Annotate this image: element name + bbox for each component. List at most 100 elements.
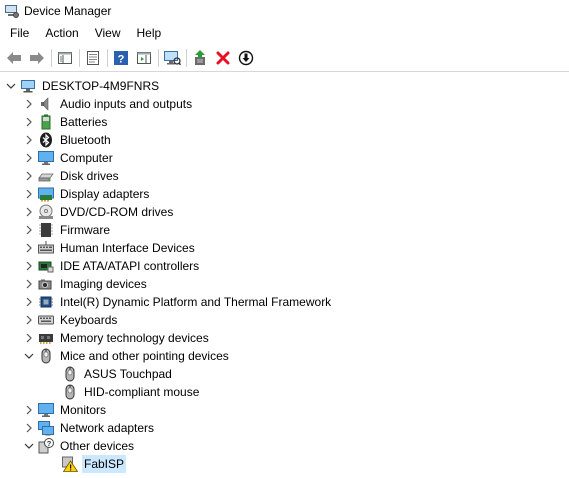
warning-device-icon (62, 456, 78, 472)
action-pane-button[interactable] (134, 48, 154, 68)
tree-item-label: IDE ATA/ATAPI controllers (60, 259, 200, 273)
computer-root-icon (20, 78, 36, 94)
chevron-right-icon[interactable] (24, 239, 34, 257)
tree-category[interactable]: Imaging devices (24, 275, 149, 293)
forward-button[interactable] (27, 48, 47, 68)
window-title: Device Manager (24, 4, 112, 18)
chevron-right-icon[interactable] (24, 221, 34, 239)
chevron-right-icon[interactable] (24, 275, 34, 293)
disk-drive-icon (38, 168, 54, 184)
chevron-right-icon[interactable] (24, 311, 34, 329)
menu-file[interactable]: File (0, 22, 37, 44)
disable-device-button[interactable] (236, 48, 256, 68)
tree-item-label: Intel(R) Dynamic Platform and Thermal Fr… (60, 295, 332, 309)
tree-category[interactable]: Monitors (24, 401, 108, 419)
tree-device[interactable]: ASUS Touchpad (62, 365, 174, 383)
chevron-right-icon[interactable] (24, 113, 34, 131)
chevron-right-icon[interactable] (24, 131, 34, 149)
menu-help[interactable]: Help (129, 22, 170, 44)
tree-item-label: Human Interface Devices (60, 241, 195, 255)
uninstall-icon (216, 51, 230, 64)
toolbar: ? (0, 44, 569, 72)
bluetooth-icon (38, 132, 54, 148)
tree-item-label: ASUS Touchpad (84, 367, 172, 381)
chevron-right-icon[interactable] (24, 401, 34, 419)
scan-hardware-button[interactable] (162, 48, 182, 68)
tree-category[interactable]: DVD/CD-ROM drives (24, 203, 175, 221)
help-icon: ? (114, 50, 128, 65)
battery-icon (38, 114, 54, 130)
device-manager-icon (5, 4, 19, 18)
monitor-icon (38, 150, 54, 166)
menu-view[interactable]: View (87, 22, 129, 44)
tree-category[interactable]: Keyboards (24, 311, 119, 329)
update-driver-button[interactable] (190, 48, 210, 68)
title-bar: Device Manager (0, 0, 569, 22)
chevron-right-icon[interactable] (24, 95, 34, 113)
tree-category[interactable]: Mice and other pointing devices (24, 347, 231, 365)
network-icon (38, 420, 54, 436)
mouse-icon (38, 348, 54, 364)
tree-category[interactable]: ? Other devices (24, 437, 136, 455)
toolbar-separator (107, 48, 108, 67)
mouse-icon (62, 366, 78, 382)
tree-category[interactable]: Memory technology devices (24, 329, 211, 347)
menu-bar: File Action View Help (0, 22, 569, 44)
chevron-right-icon[interactable] (24, 185, 34, 203)
tree-item-label: Imaging devices (60, 277, 147, 291)
action-pane-icon (137, 51, 151, 64)
tree-category[interactable]: Display adapters (24, 185, 151, 203)
tree-category[interactable]: DESKTOP-4M9FNRS (6, 77, 161, 95)
svg-text:?: ? (118, 53, 125, 65)
tree-device[interactable]: HID-compliant mouse (62, 383, 201, 401)
speaker-icon (38, 96, 54, 112)
chevron-right-icon[interactable] (24, 257, 34, 275)
tree-category[interactable]: Human Interface Devices (24, 239, 197, 257)
ide-controller-icon (38, 258, 54, 274)
tree-category[interactable]: Computer (24, 149, 115, 167)
tree-item-label: Batteries (60, 115, 108, 129)
toolbar-separator (186, 48, 187, 67)
tree-category[interactable]: IDE ATA/ATAPI controllers (24, 257, 201, 275)
dvd-icon (38, 204, 54, 220)
tree-item-label: Other devices (60, 439, 135, 453)
back-button[interactable] (4, 48, 24, 68)
tree-category[interactable]: Batteries (24, 113, 109, 131)
chevron-right-icon[interactable] (24, 329, 34, 347)
display-adapter-icon (38, 186, 54, 202)
tree-category[interactable]: Audio inputs and outputs (24, 95, 194, 113)
tree-item-label: Mice and other pointing devices (60, 349, 229, 363)
chevron-right-icon[interactable] (24, 167, 34, 185)
chevron-down-icon[interactable] (6, 77, 16, 95)
uninstall-device-button[interactable] (213, 48, 233, 68)
tree-device[interactable]: FabISP (62, 455, 127, 473)
tree-category[interactable]: Network adapters (24, 419, 156, 437)
properties-button[interactable] (83, 48, 103, 68)
chip-icon (38, 294, 54, 310)
tree-item-label: Audio inputs and outputs (60, 97, 193, 111)
help-button[interactable]: ? (111, 48, 131, 68)
monitor-icon (38, 402, 54, 418)
chevron-right-icon[interactable] (24, 419, 34, 437)
chevron-right-icon[interactable] (24, 149, 34, 167)
tree-category[interactable]: Disk drives (24, 167, 121, 185)
chevron-down-icon[interactable] (24, 347, 34, 365)
tree-item-label: DESKTOP-4M9FNRS (42, 79, 160, 93)
tree-item-label: Network adapters (60, 421, 155, 435)
camera-icon (38, 276, 54, 292)
tree-category[interactable]: Intel(R) Dynamic Platform and Thermal Fr… (24, 293, 333, 311)
toolbar-separator (158, 48, 159, 67)
forward-arrow-icon (30, 51, 44, 64)
show-hide-console-tree-button[interactable] (55, 48, 75, 68)
tree-item-label: Firmware (60, 223, 110, 237)
chevron-down-icon[interactable] (24, 437, 34, 455)
menu-action[interactable]: Action (37, 22, 86, 44)
tree-item-label: HID-compliant mouse (84, 385, 200, 399)
show-hide-tree-icon (58, 51, 72, 64)
chevron-right-icon[interactable] (24, 293, 34, 311)
tree-item-label: Disk drives (60, 169, 119, 183)
chevron-right-icon[interactable] (24, 203, 34, 221)
tree-category[interactable]: Bluetooth (24, 131, 113, 149)
tree-category[interactable]: Firmware (24, 221, 112, 239)
firmware-icon (38, 222, 54, 238)
